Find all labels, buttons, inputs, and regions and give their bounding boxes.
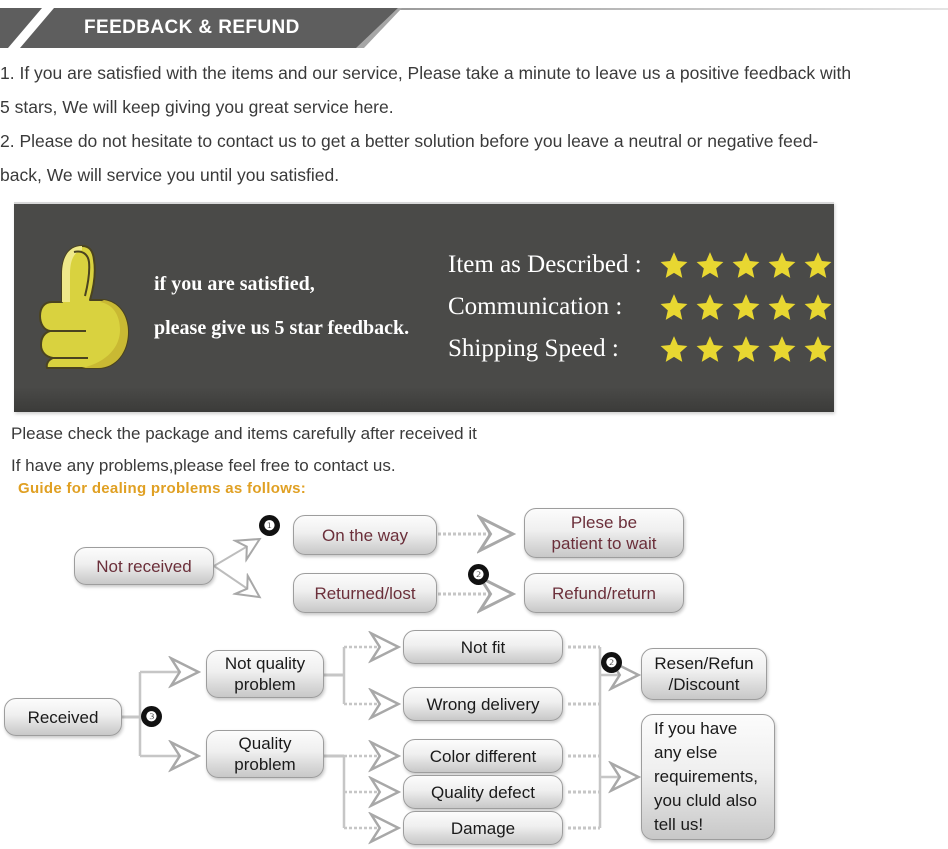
star-icon [660, 336, 688, 362]
star-icon [804, 294, 832, 320]
star-icon [696, 294, 724, 320]
thumbs-up-icon [39, 245, 129, 369]
header-banner: FEEDBACK & REFUND [0, 8, 420, 48]
page-title: FEEDBACK & REFUND [84, 17, 300, 38]
intro-line: 1. If you are satisfied with the items a… [0, 63, 852, 83]
banner-left-line: please give us 5 star feedback. [154, 317, 410, 339]
badge-two: ❷ [468, 564, 489, 585]
node-returned-lost[interactable]: Returned/lost [293, 573, 437, 613]
banner-left-text: if you are satisfied, please give us 5 s… [154, 262, 409, 350]
node-received[interactable]: Received [4, 698, 122, 736]
star-icon [804, 336, 832, 362]
badge-two: ❷ [601, 652, 622, 673]
star-icon [696, 336, 724, 362]
feedback-promo-banner: if you are satisfied, please give us 5 s… [14, 202, 834, 412]
node-please-wait[interactable]: Plese be patient to wait [524, 508, 684, 558]
node-quality-problem[interactable]: Quality problem [206, 730, 324, 778]
star-group [660, 251, 832, 279]
rating-label: Item as Described : [448, 251, 642, 278]
intro-paragraphs: 1. If you are satisfied with the items a… [0, 56, 948, 192]
star-icon [768, 336, 796, 362]
note-line: Please check the package and items caref… [11, 424, 477, 443]
star-icon [732, 294, 760, 320]
node-quality-defect[interactable]: Quality defect [403, 775, 563, 809]
node-damage[interactable]: Damage [403, 811, 563, 845]
rating-row: Shipping Speed : [448, 328, 832, 370]
intro-line: 5 stars, We will keep giving you great s… [0, 97, 394, 117]
ratings-list: Item as Described : Communication : Ship… [448, 244, 832, 370]
node-any-else-requirements[interactable]: If you have any else requirements, you c… [641, 714, 775, 840]
header-top-rule [390, 8, 948, 10]
node-on-the-way[interactable]: On the way [293, 515, 437, 555]
note-line: If have any problems,please feel free to… [11, 456, 396, 475]
star-icon [768, 252, 796, 278]
node-resend-refund-discount[interactable]: Resen/Refun /Discount [641, 648, 767, 700]
flowchart-not-received: Not received On the way Returned/lost Pl… [0, 500, 948, 625]
node-not-received[interactable]: Not received [74, 547, 214, 585]
star-icon [768, 294, 796, 320]
badge-three: ❸ [141, 706, 162, 727]
node-wrong-delivery[interactable]: Wrong delivery [403, 687, 563, 721]
intro-line: back, We will service you until you sati… [0, 165, 340, 185]
star-icon [660, 294, 688, 320]
guide-heading: Guide for dealing problems as follows: [18, 480, 307, 497]
post-banner-notes: Please check the package and items caref… [11, 418, 711, 482]
star-icon [804, 252, 832, 278]
intro-line: 2. Please do not hesitate to contact us … [0, 131, 819, 151]
node-not-fit[interactable]: Not fit [403, 630, 563, 664]
star-group [660, 335, 832, 363]
rating-row: Communication : [448, 286, 832, 328]
badge-one: ❶ [259, 515, 280, 536]
node-color-different[interactable]: Color different [403, 739, 563, 773]
star-group [660, 293, 832, 321]
node-refund-return[interactable]: Refund/return [524, 573, 684, 613]
banner-left-line: if you are satisfied, [154, 273, 315, 295]
star-icon [696, 252, 724, 278]
star-icon [660, 252, 688, 278]
flowchart-received: Received Not quality problem Quality pro… [0, 625, 948, 849]
node-not-quality-problem[interactable]: Not quality problem [206, 650, 324, 698]
star-icon [732, 336, 760, 362]
rating-row: Item as Described : [448, 244, 832, 286]
star-icon [732, 252, 760, 278]
rating-label: Communication : [448, 293, 623, 320]
rating-label: Shipping Speed : [448, 335, 619, 362]
